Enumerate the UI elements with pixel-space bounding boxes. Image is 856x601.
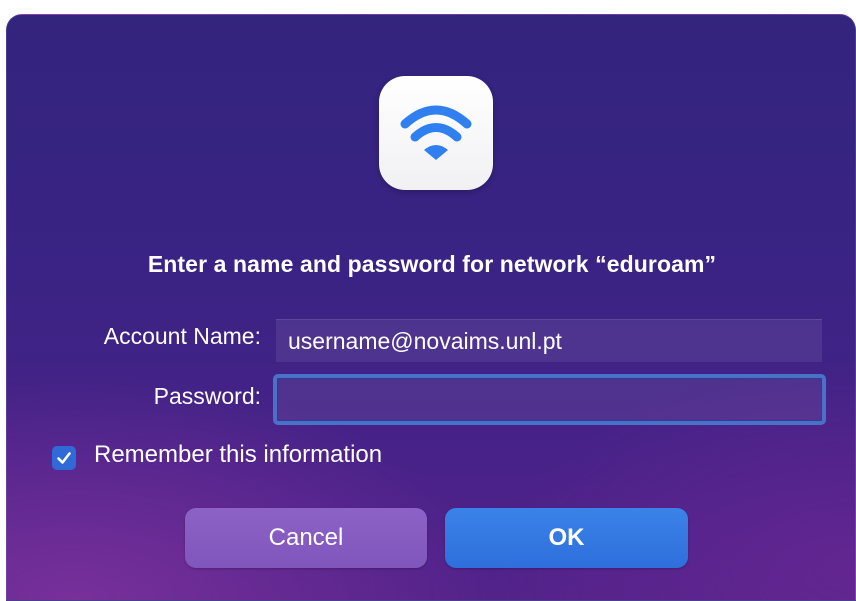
account-name-label: Account Name: [103, 323, 261, 349]
dialog-title: Enter a name and password for network “e… [147, 251, 717, 277]
wifi-icon [379, 76, 493, 190]
password-field[interactable] [273, 374, 826, 425]
account-name-field[interactable]: username@novaims.unl.pt [276, 319, 822, 362]
checkmark-icon [57, 452, 71, 464]
ok-button[interactable]: OK [445, 508, 688, 568]
password-label: Password: [153, 383, 261, 409]
remember-checkbox[interactable] [52, 446, 76, 470]
network-login-dialog: Enter a name and password for network “e… [6, 14, 856, 601]
remember-label[interactable]: Remember this information [94, 441, 382, 469]
cancel-button[interactable]: Cancel [185, 508, 427, 568]
